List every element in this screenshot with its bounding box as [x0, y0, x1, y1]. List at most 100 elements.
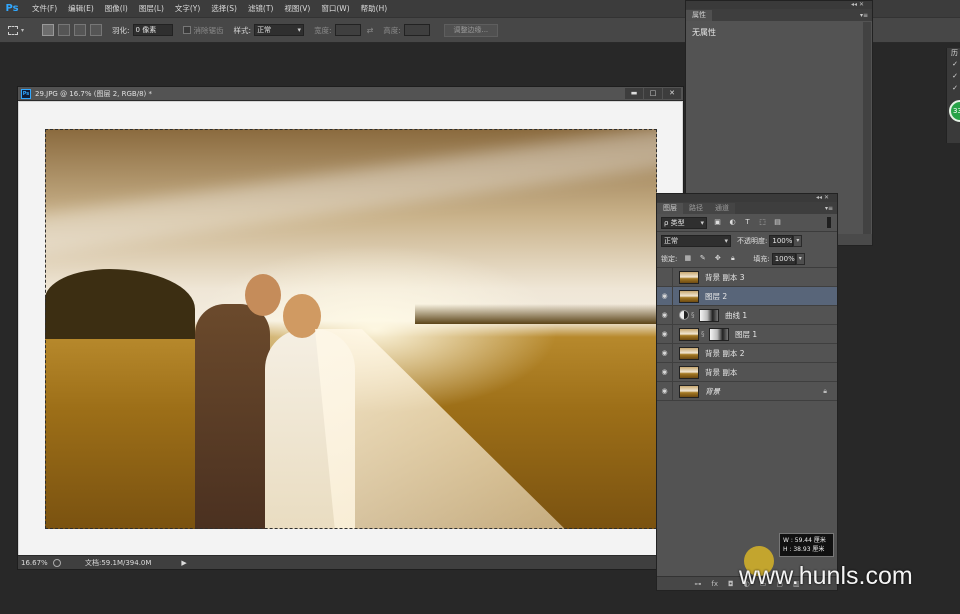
groom-head: [245, 274, 281, 316]
width-readout: W : 59.44 厘米: [783, 537, 826, 544]
panel-menu-icon[interactable]: ▾≡: [860, 10, 868, 21]
canvas[interactable]: [19, 102, 682, 556]
lock-move-icon[interactable]: ✥: [713, 254, 722, 263]
watermark-text: www.hunls.com: [739, 562, 913, 590]
chevron-down-icon: ▾: [21, 26, 25, 34]
style-label: 样式:: [233, 25, 252, 35]
menu-file[interactable]: 文件(F): [32, 3, 57, 14]
visibility-eye-icon[interactable]: ◉: [657, 381, 673, 401]
type-filter-icon[interactable]: T: [743, 218, 752, 227]
smart-object-filter-icon[interactable]: ▤: [773, 218, 782, 227]
layer-row[interactable]: ◉ § 曲线 1: [657, 305, 837, 325]
visibility-eye-icon[interactable]: ●: [657, 267, 673, 287]
feather-input[interactable]: 0 像素: [132, 24, 173, 36]
tab-paths[interactable]: 路径: [683, 203, 709, 214]
add-mask-icon[interactable]: ◘: [728, 580, 734, 588]
add-selection-button[interactable]: [58, 24, 70, 36]
lock-brush-icon[interactable]: ✎: [698, 254, 707, 263]
opacity-input[interactable]: 100%: [769, 235, 794, 247]
subtract-selection-button[interactable]: [74, 24, 86, 36]
no-properties-text: 无属性: [692, 28, 716, 37]
layer-row[interactable]: ◉ 背景 🔒︎: [657, 381, 837, 401]
fill-input[interactable]: 100%: [771, 252, 796, 265]
visibility-eye-icon[interactable]: ◉: [657, 305, 673, 325]
antialias-checkbox[interactable]: [182, 26, 191, 34]
rect-marquee-icon: [8, 25, 18, 35]
link-layers-icon[interactable]: ⊶: [694, 580, 701, 588]
blend-mode-select[interactable]: 正常: [661, 235, 731, 247]
minimize-icon[interactable]: ▬: [625, 88, 643, 99]
play-arrow-icon[interactable]: ▶: [181, 559, 186, 567]
opacity-dropdown-icon[interactable]: ▾: [793, 235, 803, 247]
width-label: 宽度:: [314, 25, 332, 35]
tab-layers[interactable]: 图层: [657, 203, 683, 214]
layer-thumbnail: [679, 289, 699, 303]
properties-scrollbar[interactable]: [863, 22, 871, 245]
tool-preset-picker[interactable]: ▾: [8, 21, 38, 39]
menu-view[interactable]: 视图(V): [284, 3, 310, 14]
pixel-filter-icon[interactable]: ▣: [713, 218, 722, 227]
fx-icon[interactable]: fx: [711, 580, 718, 588]
collapse-icon[interactable]: ◂◂ ✕: [816, 194, 829, 202]
lock-transparent-icon[interactable]: ▦: [683, 254, 692, 263]
collapse-icon[interactable]: ◂◂ ✕: [851, 1, 864, 9]
link-icon: §: [691, 311, 695, 319]
refine-edge-button[interactable]: 调整边缘...: [443, 23, 498, 37]
photoshop-logo: Ps: [5, 3, 19, 14]
zoom-level[interactable]: 16.67%: [21, 559, 53, 567]
menu-help[interactable]: 帮助(H): [361, 3, 388, 14]
layer-mask-thumbnail[interactable]: [709, 327, 729, 341]
tab-properties[interactable]: 属性: [686, 10, 712, 21]
collapsed-panel-strip[interactable]: 历 ✓ ✓ ✓ 33: [946, 48, 960, 143]
menu-layer[interactable]: 图层(L): [139, 3, 164, 14]
style-select[interactable]: 正常: [254, 24, 305, 36]
height-readout: H : 38.93 厘米: [783, 546, 825, 553]
layer-name: 图层 1: [735, 329, 758, 339]
close-icon[interactable]: ✕: [663, 88, 681, 99]
lock-all-icon[interactable]: 🔒︎: [728, 254, 737, 263]
visibility-eye-icon[interactable]: ◉: [657, 362, 673, 382]
adjustment-filter-icon[interactable]: ◐: [728, 218, 737, 227]
intersect-selection-button[interactable]: [90, 24, 102, 36]
tab-channels[interactable]: 通道: [709, 203, 735, 214]
filter-toggle[interactable]: [827, 217, 831, 228]
filter-kind-select[interactable]: ρ 类型: [661, 216, 707, 229]
document-tab[interactable]: Ps 29.JPG @ 16.7% (图层 2, RGB/8) * ▬ □ ✕: [18, 87, 683, 101]
width-input[interactable]: [334, 24, 361, 36]
layer-row[interactable]: ◉ 图层 2: [657, 286, 837, 306]
menu-select[interactable]: 选择(S): [211, 3, 237, 14]
menu-window[interactable]: 窗口(W): [321, 3, 349, 14]
fill-label: 填充:: [753, 254, 770, 263]
link-icon: §: [701, 330, 705, 338]
swap-icon[interactable]: ⇄: [367, 26, 374, 35]
layer-mask-thumbnail[interactable]: [699, 308, 719, 322]
groom-figure: [195, 304, 270, 529]
badge-icon[interactable]: 33: [949, 100, 960, 122]
wedding-photo: [45, 129, 657, 529]
menu-type[interactable]: 文字(Y): [175, 3, 200, 14]
fill-dropdown-icon[interactable]: ▾: [795, 252, 805, 265]
ps-doc-icon: Ps: [21, 88, 31, 99]
layer-row[interactable]: ◉ 背景 副本: [657, 362, 837, 382]
layer-name: 背景 副本 2: [705, 348, 745, 358]
lock-row: 锁定: ▦ ✎ ✥ 🔒︎ 填充: 100% ▾: [657, 250, 837, 268]
status-menu-icon[interactable]: [53, 558, 61, 567]
menu-filter[interactable]: 滤镜(T): [248, 3, 273, 14]
menu-image[interactable]: 图像(I): [105, 3, 128, 14]
layer-row[interactable]: ● 背景 副本 3: [657, 267, 837, 287]
visibility-eye-icon[interactable]: ◉: [657, 324, 673, 344]
layer-row[interactable]: ◉ § 图层 1: [657, 324, 837, 344]
visibility-eye-icon[interactable]: ◉: [657, 286, 673, 306]
height-input[interactable]: [403, 24, 430, 36]
layer-thumbnail: [679, 270, 699, 284]
maximize-icon[interactable]: □: [644, 88, 662, 99]
visibility-eye-icon[interactable]: ◉: [657, 343, 673, 363]
check-icon: ✓: [952, 60, 958, 68]
shape-filter-icon[interactable]: ⬚: [758, 218, 767, 227]
panel-menu-icon[interactable]: ▾≡: [825, 203, 833, 214]
new-selection-button[interactable]: [42, 24, 54, 36]
antialias-label: 消除锯齿: [193, 25, 224, 35]
layer-row[interactable]: ◉ 背景 副本 2: [657, 343, 837, 363]
menu-edit[interactable]: 编辑(E): [68, 3, 94, 14]
layers-panel: ◂◂ ✕ 图层 路径 通道 ▾≡ ρ 类型 ▣ ◐ T ⬚ ▤ 正常 不透明度:…: [656, 193, 838, 591]
